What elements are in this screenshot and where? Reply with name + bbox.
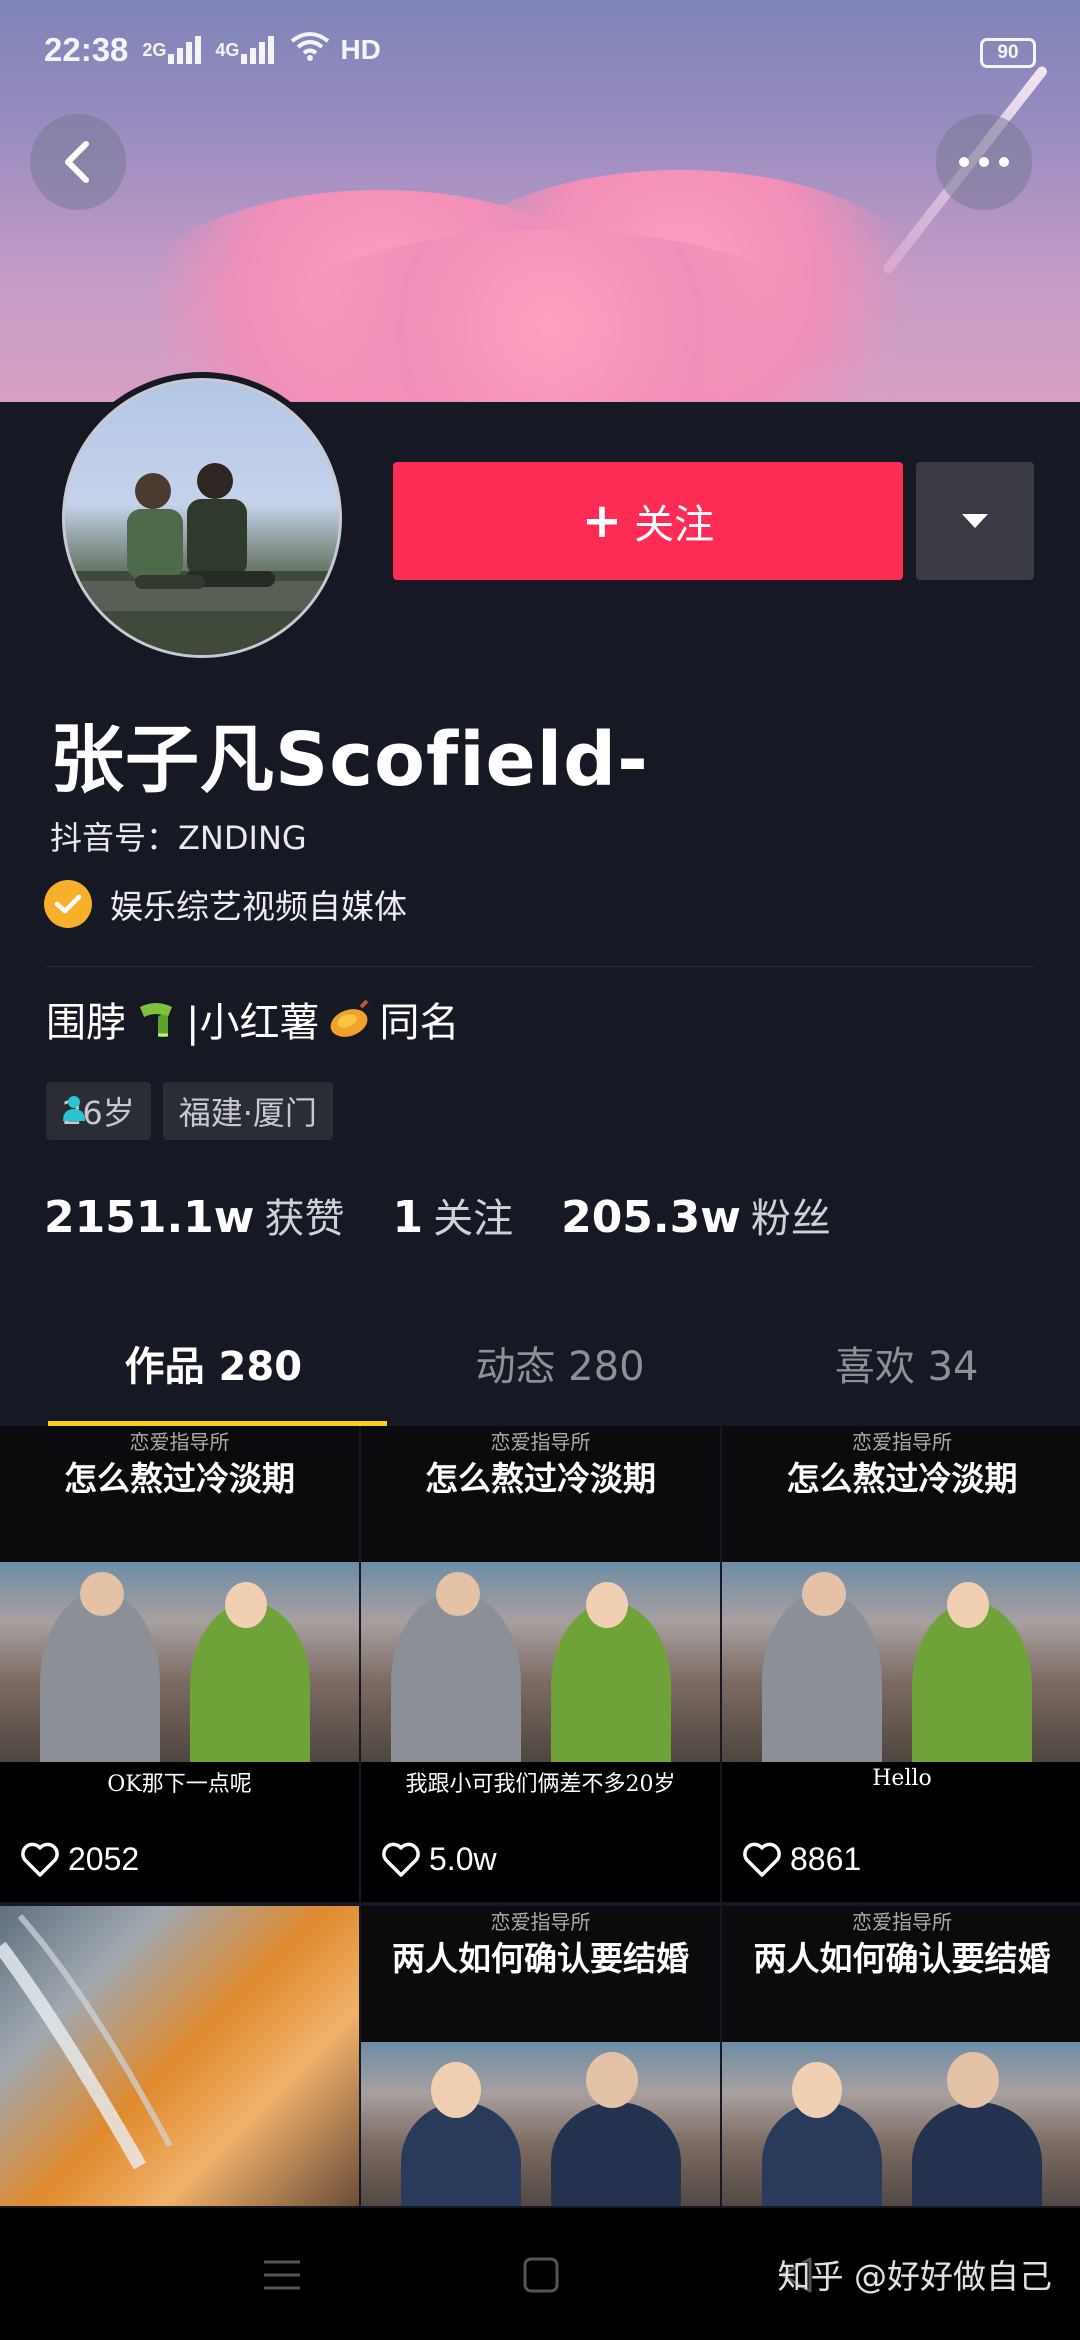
- video-title: 怎么熬过冷淡期: [425, 1459, 656, 1498]
- tab-likes[interactable]: 喜欢 34: [733, 1300, 1080, 1426]
- video-header-text: 恋爱指导所: [490, 1430, 591, 1454]
- status-time: 22:38: [44, 31, 129, 68]
- video-header-text: 恋爱指导所: [490, 1910, 591, 1934]
- video-thumbnail[interactable]: 恋爱指导所 两人如何确认要结婚: [361, 1906, 720, 2206]
- likes-label: 获赞: [264, 1196, 345, 1242]
- video-header-text: 恋爱指导所: [129, 1430, 230, 1454]
- video-subtitle: Hello: [872, 1766, 932, 1791]
- fans-count[interactable]: 205.3w: [561, 1192, 741, 1243]
- blurred-frame: [0, 1914, 173, 2170]
- menu-icon[interactable]: [262, 2258, 302, 2292]
- follow-button[interactable]: + 关注: [393, 462, 903, 580]
- bio-text-1: 围脖: [46, 1000, 126, 1046]
- divider: [46, 966, 1034, 967]
- verified-text: 娱乐综艺视频自媒体: [110, 887, 407, 926]
- back-button[interactable]: [30, 114, 126, 210]
- video-thumbnail[interactable]: 恋爱指导所 两人如何确认要结婚: [722, 1906, 1080, 2206]
- video-grid: 恋爱指导所 怎么熬过冷淡期 OK那下一点呢 2052 恋爱指导所 怎么熬过冷淡期…: [0, 1426, 1080, 2206]
- video-thumbnail[interactable]: 恋爱指导所 怎么熬过冷淡期 OK那下一点呢 2052: [0, 1426, 359, 1902]
- age-tag: 26岁: [46, 1082, 151, 1140]
- likes-count: 2151.1w: [44, 1192, 255, 1243]
- signal-icon: [241, 36, 275, 64]
- likes-count-text: 8861: [790, 1841, 862, 1877]
- heart-icon: [743, 1842, 781, 1877]
- douyin-id: 抖音号：ZNDING: [50, 819, 307, 857]
- avatar-ring: [56, 372, 348, 664]
- profile-bio: 围脖 |小红薯 同名: [46, 990, 459, 1048]
- person-icon: [62, 1092, 86, 1130]
- signal-4g-label: 4G: [215, 39, 240, 60]
- more-options-dropdown-button[interactable]: [916, 462, 1034, 580]
- heart-icon: [21, 1842, 59, 1877]
- content-tabs: 作品 280 动态 280 喜欢 34: [0, 1300, 1080, 1426]
- profile-tags: 26岁 福建·厦门: [46, 1082, 333, 1140]
- avatar[interactable]: [62, 378, 342, 658]
- following-count[interactable]: 1: [392, 1192, 423, 1243]
- video-thumbnail[interactable]: [0, 1906, 359, 2206]
- verification-row: 娱乐综艺视频自媒体: [44, 880, 407, 928]
- video-header-text: 恋爱指导所: [852, 1910, 952, 1934]
- video-frame: [0, 1562, 359, 1762]
- signal-2g-label: 2G: [142, 39, 167, 60]
- video-frame: [722, 2042, 1080, 2206]
- video-frame: [361, 1562, 720, 1762]
- video-title: 怎么熬过冷淡期: [64, 1459, 295, 1498]
- video-header-text: 恋爱指导所: [852, 1430, 952, 1454]
- location-tag: 福建·厦门: [162, 1082, 333, 1140]
- video-thumbnail[interactable]: 恋爱指导所 怎么熬过冷淡期 我跟小可我们俩差不多20岁 5.0w: [361, 1426, 720, 1902]
- video-subtitle: 我跟小可我们俩差不多20岁: [405, 1772, 676, 1797]
- profile-name: 张子凡Scofield-: [50, 717, 649, 803]
- battery-icon: 90: [980, 38, 1036, 68]
- video-likes: 2052: [20, 1841, 139, 1878]
- heart-icon: [382, 1842, 420, 1877]
- video-title: 两人如何确认要结婚: [392, 1939, 689, 1978]
- tab-works[interactable]: 作品 280: [0, 1300, 387, 1426]
- sweet-potato-emoji-icon: [327, 997, 371, 1041]
- more-icon: [959, 157, 1009, 167]
- likes-count-text: 2052: [68, 1841, 140, 1877]
- tab-activity[interactable]: 动态 280: [387, 1300, 734, 1426]
- watermark: 知乎 @好好做自己: [777, 2257, 1053, 2296]
- status-bar: 22:38 2G 4G HD 90: [0, 0, 1080, 100]
- profile-stats: 2151.1w 获赞 1 关注 205.3w 粉丝: [44, 1186, 879, 1244]
- video-frame: [361, 2042, 720, 2206]
- hd-label: HD: [340, 34, 381, 65]
- follow-label: 关注: [634, 502, 715, 548]
- more-button[interactable]: [936, 114, 1032, 210]
- triangle-down-icon: [962, 514, 988, 528]
- wifi-icon: [290, 31, 330, 69]
- chevron-left-icon: [65, 141, 89, 183]
- bio-text-3: 同名: [379, 1000, 460, 1046]
- video-title: 怎么熬过冷淡期: [786, 1459, 1018, 1498]
- plus-icon: +: [581, 493, 623, 549]
- following-label[interactable]: 关注: [433, 1186, 513, 1244]
- video-frame: [722, 1562, 1080, 1762]
- signal-icon: [168, 36, 202, 64]
- profile-banner: 22:38 2G 4G HD 90: [0, 0, 1080, 402]
- home-icon[interactable]: [522, 2256, 560, 2294]
- fans-label[interactable]: 粉丝: [751, 1186, 831, 1244]
- video-thumbnail[interactable]: 恋爱指导所 怎么熬过冷淡期 Hello 8861: [722, 1426, 1080, 1902]
- video-likes: 5.0w: [381, 1841, 497, 1878]
- video-subtitle: OK那下一点呢: [107, 1772, 252, 1797]
- video-likes: 8861: [742, 1841, 861, 1878]
- verified-check-icon: [44, 880, 92, 928]
- scarf-emoji-icon: [134, 997, 178, 1041]
- likes-count-text: 5.0w: [429, 1841, 497, 1877]
- bio-text-2: |小红薯: [186, 1000, 320, 1046]
- video-title: 两人如何确认要结婚: [753, 1939, 1051, 1978]
- location-text: 福建·厦门: [178, 1094, 317, 1132]
